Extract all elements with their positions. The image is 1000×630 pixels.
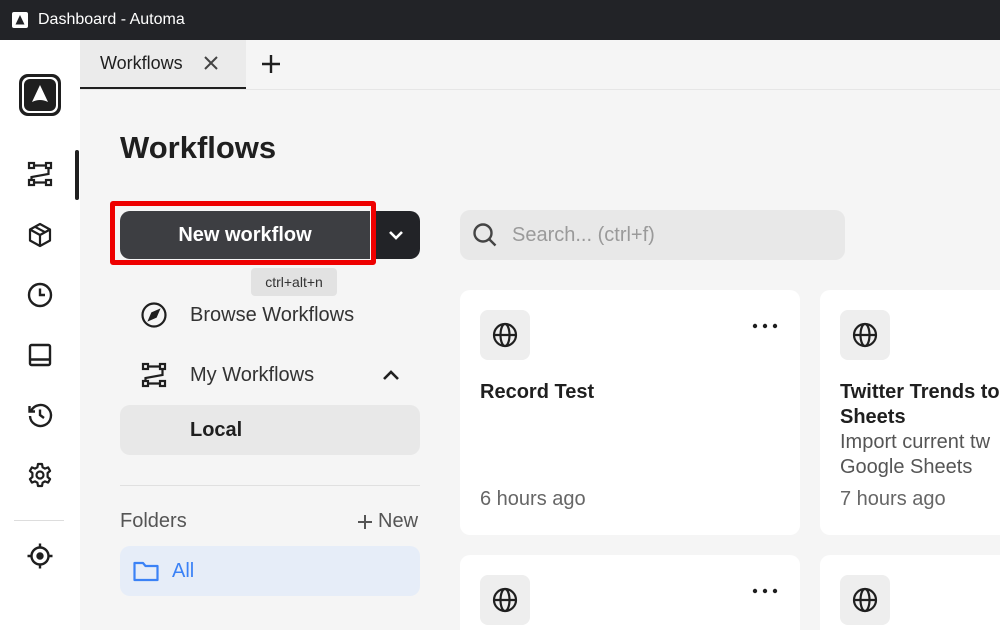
cube-icon [28,222,52,248]
local-label: Local [190,418,243,441]
globe-icon [852,587,878,613]
workflow-icon [27,161,53,187]
close-icon[interactable] [202,54,220,72]
workflow-card[interactable] [460,555,800,630]
shortcut-tooltip: ctrl+alt+n [251,268,337,296]
card-timestamp: 7 hours ago [840,488,946,510]
plus-icon [358,514,372,529]
folder-all-label: All [172,559,195,582]
my-workflows-label: My Workflows [190,363,315,386]
more-options-icon[interactable] [750,585,780,597]
history-icon [28,403,53,428]
my-workflows-link[interactable]: My Workflows [140,361,314,389]
card-title: Twitter Trends to Sheets [840,381,1000,428]
search-input[interactable] [510,222,814,248]
divider [120,485,420,486]
browse-workflows-label: Browse Workflows [190,303,355,326]
new-folder-label: New [378,510,419,532]
page-title: Workflows [120,130,277,165]
sidebar-item-schedule[interactable] [0,271,80,319]
workflow-icon [141,362,167,388]
clock-icon [27,282,53,308]
card-icon [480,310,530,360]
globe-icon [492,322,518,348]
new-folder-button[interactable]: New [356,510,418,533]
storage-icon [28,343,52,367]
card-title: Record Test [480,381,595,403]
browse-workflows-link[interactable]: Browse Workflows [140,301,354,329]
workflow-card[interactable]: Twitter Trends to Sheets Import current … [820,290,1000,535]
sidebar-item-packages[interactable] [0,211,80,259]
sidebar-item-storage[interactable] [0,331,80,379]
workflow-card[interactable]: Record Test 6 hours ago [460,290,800,535]
tab-workflows[interactable]: Workflows [80,40,246,89]
compass-icon [141,302,167,328]
card-description: Import current tw Google Sheets [840,431,991,478]
chevron-up-icon[interactable] [380,364,402,386]
tab-label: Workflows [100,53,183,73]
crosshair-icon [27,543,53,569]
search-bar[interactable] [460,210,845,260]
sidebar-item-logs[interactable] [0,391,80,439]
card-icon [840,310,890,360]
workflow-card[interactable] [820,555,1000,630]
folder-icon [133,561,159,582]
new-workflow-dropdown-button[interactable] [372,211,420,259]
automa-logo-icon[interactable] [18,73,62,117]
search-icon [473,223,497,247]
sidebar-item-element-picker[interactable] [0,532,80,580]
folders-label: Folders [120,510,187,532]
folder-all-item[interactable]: All [120,546,420,596]
sidebar [0,40,80,630]
add-tab-icon[interactable] [260,53,282,75]
tab-bar: Workflows [80,40,1000,90]
chevron-down-icon [389,231,403,240]
sidebar-item-workflows[interactable] [0,150,80,198]
sidebar-item-settings[interactable] [0,451,80,499]
card-icon [480,575,530,625]
more-options-icon[interactable] [750,320,780,332]
globe-icon [852,322,878,348]
window-title: Dashboard - Automa [38,11,185,28]
card-icon [840,575,890,625]
sidebar-divider [14,520,64,521]
window-titlebar: Dashboard - Automa [0,0,1000,40]
card-timestamp: 6 hours ago [480,488,586,510]
highlight-box [110,201,376,265]
app-logo-icon [12,12,28,28]
local-workflows-item[interactable]: Local [120,405,420,455]
globe-icon [492,587,518,613]
gear-icon [28,462,52,488]
